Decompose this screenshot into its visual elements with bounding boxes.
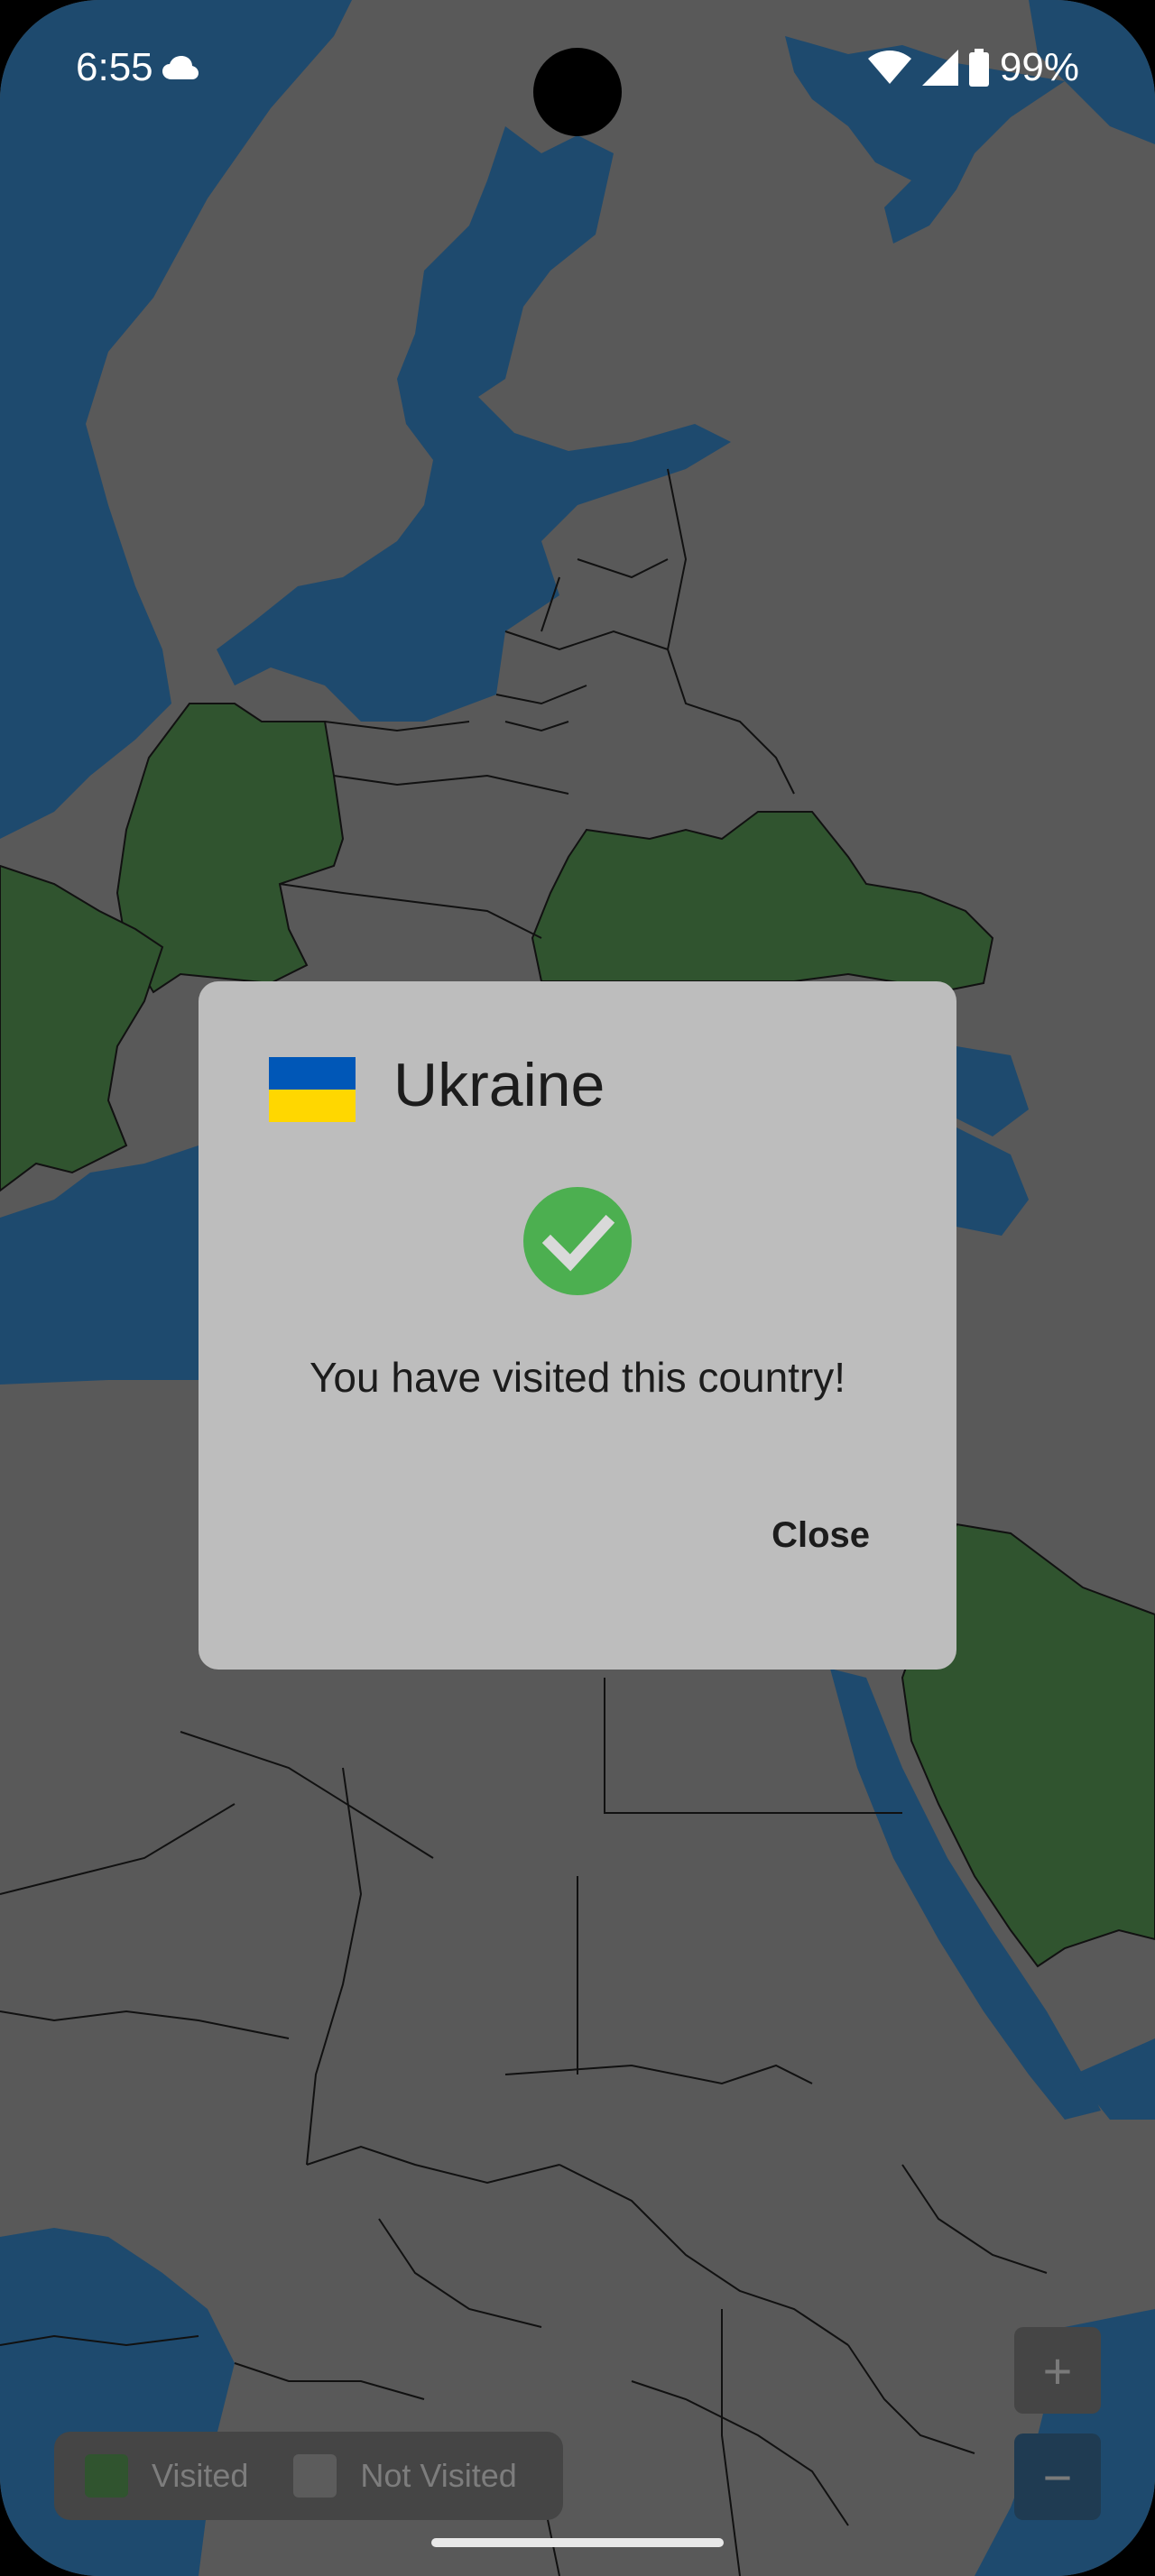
legend-visited-label: Visited [152,2457,249,2494]
baltic-sea [217,126,731,722]
gesture-nav-handle[interactable] [431,2538,724,2547]
status-time: 6:55 [76,45,153,89]
battery-icon [968,49,989,87]
status-icons: 99% [867,45,1079,90]
status-bar: 6:55 99% [0,0,1155,136]
ukraine-region [531,811,994,994]
wifi-icon [867,51,911,84]
cloud-icon [162,56,199,79]
front-camera [533,48,622,136]
visited-swatch [85,2454,128,2498]
visited-message: You have visited this country! [309,1354,846,1401]
not-visited-swatch [293,2454,337,2498]
caspian-sea [956,1127,1029,1236]
legend-not-visited-label: Not Visited [360,2457,517,2494]
ukraine-flag-icon [269,1057,356,1122]
signal-icon [921,50,958,86]
dialog-title: Ukraine [393,1051,605,1119]
map-legend: Visited Not Visited [54,2432,563,2520]
check-circle-icon [523,1187,632,1295]
black-sea [956,1046,1029,1136]
zoom-out-button[interactable]: − [1014,2433,1101,2520]
atlantic-ocean-south [0,2228,235,2576]
battery-level: 99% [999,45,1079,89]
mediterranean-sea [0,1145,199,1385]
zoom-in-button[interactable]: + [1014,2327,1101,2414]
phone-screen: 6:55 99% Ukraine You have visited this c… [0,0,1155,2576]
close-button[interactable]: Close [762,1510,879,1561]
country-dialog: Ukraine You have visited this country! C… [199,981,956,1670]
